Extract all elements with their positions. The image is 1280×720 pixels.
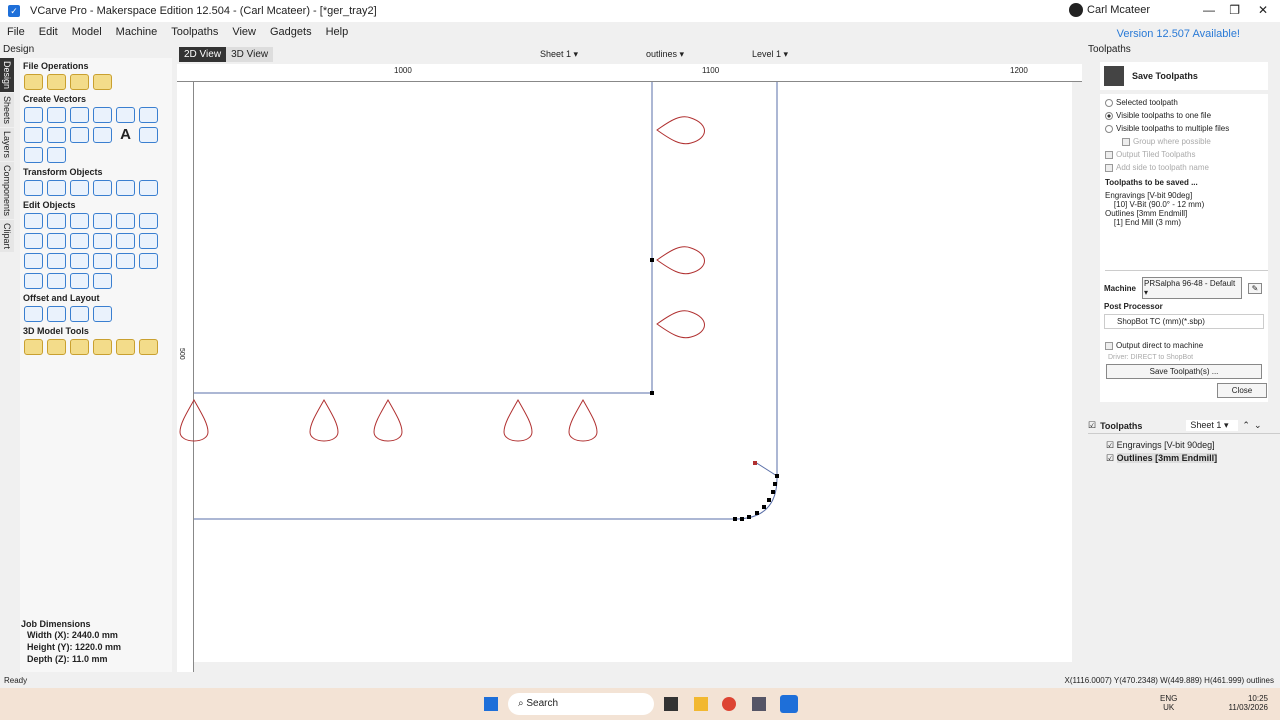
output-direct-checkbox[interactable]: Output direct to machine — [1105, 339, 1268, 352]
language-indicator[interactable]: ENG UK — [1160, 694, 1177, 712]
move-up-icon[interactable]: ⌃ — [1242, 420, 1250, 431]
add-side-checkbox[interactable]: Add side to toolpath name — [1105, 161, 1268, 174]
close-button[interactable]: Close — [1217, 383, 1267, 398]
output-option-radio[interactable]: Visible toolpaths to one file — [1105, 109, 1268, 122]
teardrop-vector[interactable] — [656, 310, 705, 339]
to-be-saved-item: [10] V-Bit (90.0° - 12 mm) — [1105, 200, 1205, 209]
teardrop-vector[interactable] — [656, 116, 705, 145]
toolpath-item[interactable]: ☑ Engravings [V-bit 90deg] — [1106, 440, 1217, 451]
toolpaths-list-title: Toolpaths — [1100, 420, 1143, 431]
option-label: Selected toolpath — [1116, 98, 1178, 107]
output-option-radio[interactable]: Visible toolpaths to multiple files — [1105, 122, 1268, 135]
output-tiled-checkbox[interactable]: Output Tiled Toolpaths — [1105, 148, 1268, 161]
move-down-icon[interactable]: ⌄ — [1254, 420, 1262, 431]
teardrop-vector[interactable] — [373, 398, 403, 442]
vector-rectangle-inner — [194, 82, 653, 394]
toolpaths-list: ☑ Engravings [V-bit 90deg] ☑ Outlines [3m… — [1100, 438, 1218, 466]
to-be-saved-item: [1] End Mill (3 mm) — [1105, 218, 1182, 227]
cursor-readout: X(1116.0007) Y(470.2348) W(449.889) H(46… — [1064, 676, 1274, 685]
toolpaths-list-header: ☑ Toolpaths Sheet 1 ▾ ⌃ ⌄ — [1088, 418, 1280, 434]
save-toolpaths-form: Selected toolpath Visible toolpaths to on… — [1100, 94, 1268, 402]
toolpath-name: Outlines [3mm Endmill] — [1116, 453, 1218, 463]
radio-icon — [1105, 124, 1113, 133]
teardrop-vector[interactable] — [656, 246, 705, 275]
search-box[interactable]: ⌕ Search — [508, 693, 654, 715]
to-be-saved-list[interactable]: Engravings [V-bit 90deg] [10] V-Bit (90.… — [1105, 191, 1268, 271]
status-text: Ready — [4, 676, 28, 685]
to-be-saved-item: Outlines [3mm Endmill] — [1105, 209, 1188, 218]
machine-label: Machine — [1104, 283, 1137, 293]
teardrop-vector[interactable] — [503, 398, 533, 442]
taskbar: ⌕ Search ENG UK 10:25 11/03/2026 — [0, 688, 1280, 720]
toolpath-item[interactable]: ☑ Outlines [3mm Endmill] — [1106, 453, 1218, 464]
status-bar: Ready X(1116.0007) Y(470.2348) W(449.889… — [0, 674, 1280, 688]
output-option-radio[interactable]: Selected toolpath — [1105, 96, 1268, 109]
chrome-icon[interactable] — [722, 697, 736, 711]
to-be-saved-item: Engravings [V-bit 90deg] — [1105, 191, 1193, 200]
post-processor-dropdown[interactable]: ShopBot TC (mm)(*.sbp) — [1104, 314, 1264, 329]
post-processor-label: Post Processor — [1104, 302, 1163, 311]
machine-dropdown[interactable]: PRSalpha 96-48 - Default ▾ — [1142, 277, 1242, 299]
toolpath-name: Engravings [V-bit 90deg] — [1116, 440, 1215, 450]
form-title: Save Toolpaths — [1132, 71, 1198, 81]
list-sheet-dropdown[interactable]: Sheet 1 ▾ — [1186, 420, 1239, 431]
vcarve-taskbar-icon[interactable] — [780, 695, 798, 713]
group-where-possible-checkbox[interactable]: Group where possible — [1122, 135, 1268, 148]
teardrop-vector[interactable] — [309, 398, 339, 442]
option-label: Visible toolpaths to one file — [1116, 111, 1212, 120]
selection-handles — [650, 258, 779, 521]
radio-icon — [1105, 111, 1113, 120]
task-view-icon[interactable] — [664, 697, 678, 711]
save-toolpaths-header: Save Toolpaths — [1100, 62, 1268, 90]
clock[interactable]: 10:25 11/03/2026 — [1229, 694, 1268, 712]
to-be-saved-title: Toolpaths to be saved ... — [1105, 178, 1198, 187]
file-explorer-icon[interactable] — [694, 697, 708, 711]
radio-icon — [1105, 98, 1113, 107]
toolpaths-visible-checkbox[interactable]: ☑ — [1088, 420, 1096, 431]
app-icon[interactable] — [752, 697, 766, 711]
vector-line — [754, 461, 778, 477]
windows-start-icon[interactable] — [484, 697, 498, 711]
edit-machine-icon[interactable]: ✎ — [1248, 282, 1262, 294]
teardrop-vector[interactable] — [568, 398, 598, 442]
vector-outline — [194, 82, 778, 520]
toolpath-checkbox[interactable]: ☑ — [1106, 440, 1117, 450]
save-toolpaths-button[interactable]: Save Toolpath(s) ... — [1106, 364, 1262, 379]
driver-text: Driver: DIRECT to ShopBot — [1108, 354, 1194, 361]
toolpath-checkbox[interactable]: ☑ — [1106, 453, 1117, 463]
save-toolpaths-icon — [1104, 66, 1124, 86]
teardrop-vector[interactable] — [179, 398, 209, 442]
toolpaths-panel-title: Toolpaths — [1088, 44, 1131, 55]
option-label: Visible toolpaths to multiple files — [1116, 124, 1230, 133]
